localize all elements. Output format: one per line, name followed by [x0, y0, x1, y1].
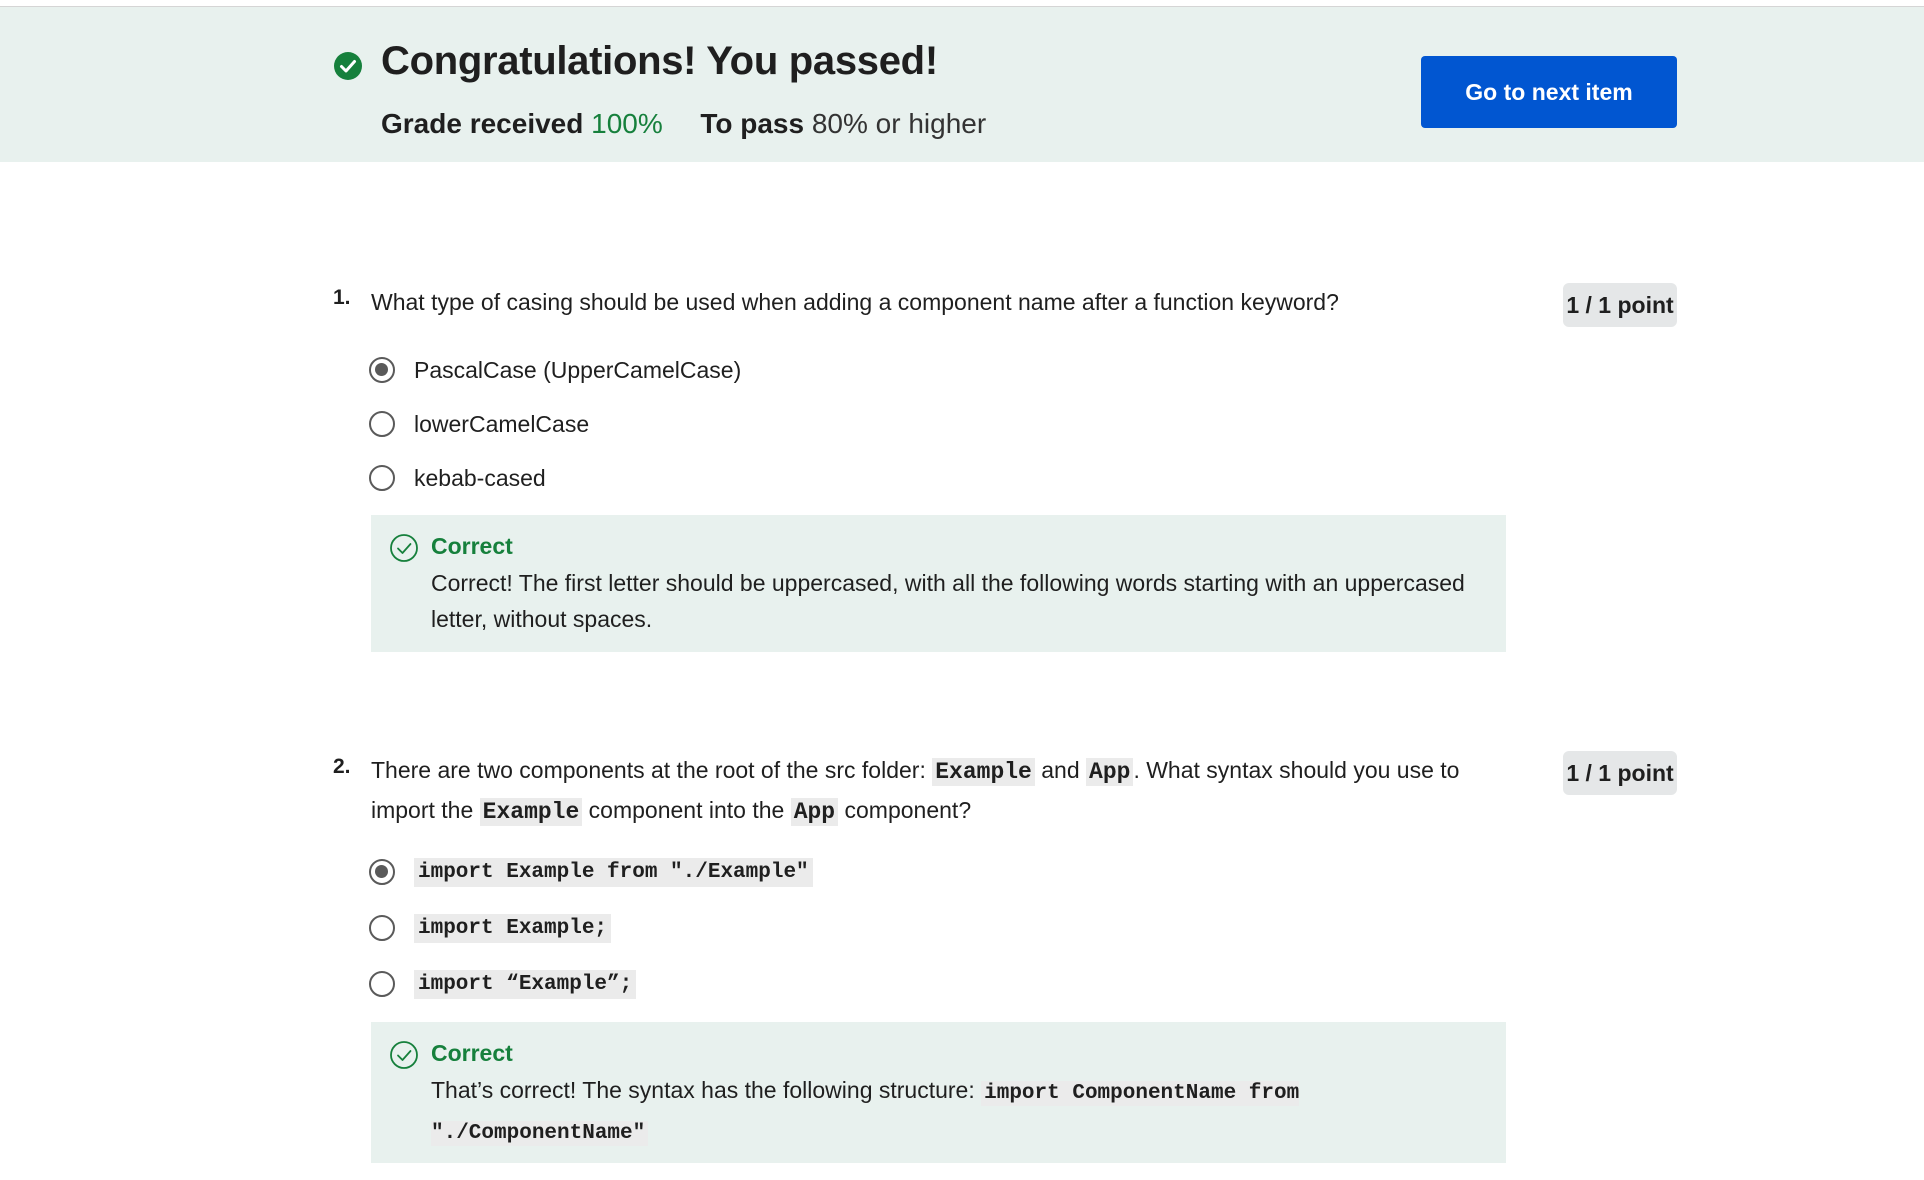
- pass-value: 80% or higher: [811, 108, 987, 139]
- grade-value: 100%: [591, 108, 663, 139]
- radio-button-selected[interactable]: [369, 357, 395, 383]
- answer-option[interactable]: kebab-cased: [369, 460, 546, 496]
- radio-button[interactable]: [369, 465, 395, 491]
- feedback-box: Correct That’s correct! The syntax has t…: [371, 1022, 1506, 1163]
- feedback-text: That’s correct! The syntax has the follo…: [431, 1077, 1300, 1146]
- pass-label: To pass: [700, 108, 805, 139]
- check-circle-outline-icon: [390, 534, 418, 562]
- feedback-box: Correct Correct! The first letter should…: [371, 515, 1506, 652]
- answer-option[interactable]: lowerCamelCase: [369, 406, 589, 442]
- option-label: import “Example”;: [414, 969, 637, 999]
- answer-option[interactable]: PascalCase (UpperCamelCase): [369, 352, 741, 388]
- result-banner: Congratulations! You passed! Grade recei…: [0, 7, 1924, 162]
- answer-option[interactable]: import Example from "./Example": [369, 854, 813, 890]
- banner-title: Congratulations! You passed!: [381, 39, 938, 83]
- answer-option[interactable]: import Example;: [369, 910, 612, 946]
- feedback-text: Correct! The first letter should be uppe…: [431, 570, 1465, 632]
- option-label: kebab-cased: [414, 464, 546, 491]
- go-to-next-item-button[interactable]: Go to next item: [1421, 56, 1677, 128]
- question-number: 2.: [333, 755, 351, 778]
- points-badge: 1 / 1 point: [1563, 751, 1677, 795]
- inline-code: App: [1086, 758, 1134, 786]
- radio-button[interactable]: [369, 411, 395, 437]
- radio-button[interactable]: [369, 915, 395, 941]
- question-text: What type of casing should be used when …: [371, 289, 1339, 315]
- question-text: There are two components at the root of …: [371, 757, 1460, 826]
- radio-button[interactable]: [369, 971, 395, 997]
- points-badge: 1 / 1 point: [1563, 283, 1677, 327]
- option-label: PascalCase (UpperCamelCase): [414, 356, 742, 383]
- top-divider: [0, 0, 1924, 7]
- inline-code: Example: [479, 798, 583, 826]
- feedback-title: Correct: [431, 1040, 513, 1066]
- check-circle-icon: [334, 52, 362, 80]
- inline-code: Example: [932, 758, 1035, 786]
- option-label: import Example from "./Example": [414, 857, 813, 887]
- check-circle-outline-icon: [390, 1041, 418, 1069]
- answer-option[interactable]: import “Example”;: [369, 966, 637, 1002]
- option-label: import Example;: [414, 913, 612, 943]
- grade-summary: Grade received 100% To pass 80% or highe…: [381, 108, 986, 140]
- question-number: 1.: [333, 286, 351, 309]
- inline-code: App: [790, 798, 839, 826]
- radio-button-selected[interactable]: [369, 859, 395, 885]
- grade-label: Grade received: [381, 108, 584, 139]
- feedback-title: Correct: [431, 533, 513, 559]
- option-label: lowerCamelCase: [414, 410, 590, 437]
